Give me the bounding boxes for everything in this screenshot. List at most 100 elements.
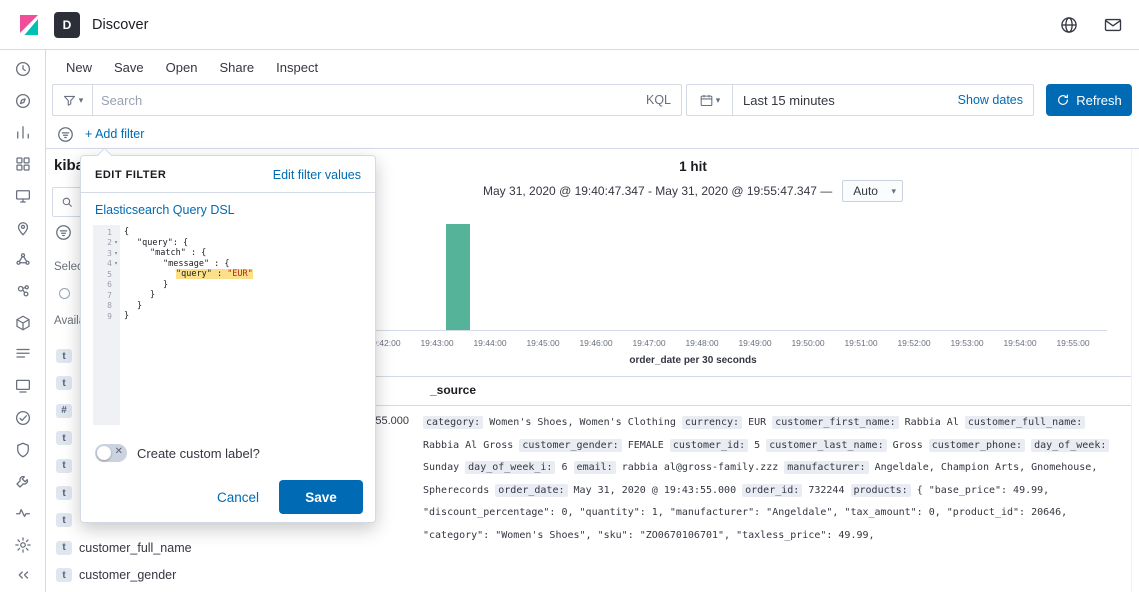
kibana-logo[interactable] [16, 12, 42, 38]
saved-query-button[interactable]: ▾ [53, 85, 93, 115]
kql-label[interactable]: KQL [636, 93, 681, 107]
calendar-button[interactable]: ▾ [687, 85, 733, 115]
logs-icon[interactable] [14, 345, 32, 363]
custom-label-toggle[interactable]: ✕ [95, 444, 127, 462]
field-item[interactable]: t [56, 345, 79, 367]
edit-filter-values-link[interactable]: Edit filter values [273, 168, 361, 182]
line-number: 7 [107, 290, 112, 300]
field-type-badge: t [56, 540, 72, 555]
doc-field-key: order_id: [742, 483, 803, 497]
field-type-badge: t [56, 431, 72, 446]
help-globe-icon[interactable] [1059, 15, 1079, 35]
doc-field-key: order_date: [495, 483, 568, 497]
save-button[interactable]: Save [279, 480, 363, 514]
field-item[interactable]: t [56, 455, 79, 477]
doc-field-key: email: [573, 461, 616, 474]
refresh-label: Refresh [1076, 92, 1122, 108]
nav-rail [0, 50, 46, 592]
newsfeed-mail-icon[interactable] [1103, 15, 1123, 35]
siem-icon[interactable] [14, 441, 32, 459]
add-filter-link[interactable]: + Add filter [85, 127, 144, 141]
x-axis-title: order_date per 30 seconds [629, 355, 757, 366]
apm-icon[interactable] [14, 377, 32, 395]
doc-field-value: May 31, 2020 @ 19:43:55.000 [573, 484, 737, 496]
source-column-header[interactable]: _source [430, 383, 476, 397]
x-tick: 19:53:00 [950, 338, 984, 348]
fold-caret-icon[interactable]: ▾ [112, 250, 120, 257]
x-tick: 19:46:00 [579, 338, 613, 348]
edit-filter-dialog: EDIT FILTER Edit filter values Elasticse… [80, 147, 376, 523]
collapse-nav-icon[interactable] [14, 566, 32, 584]
visualize-icon[interactable] [14, 123, 32, 141]
doc-field-value: Rabbia Al Gross [423, 439, 514, 451]
menu-share[interactable]: Share [209, 60, 264, 75]
query-string-value: "EUR" [227, 269, 253, 279]
doc-field-value: rabbia al@gross-family.zzz [621, 462, 779, 473]
menu-save[interactable]: Save [104, 60, 154, 75]
filter-bar: + Add filter [46, 120, 1139, 148]
field-item[interactable]: t [56, 509, 79, 531]
maps-icon[interactable] [14, 219, 32, 237]
x-tick: 19:44:00 [473, 338, 507, 348]
x-tick: 19:54:00 [1003, 338, 1037, 348]
doc-field-value: 5 [754, 439, 761, 451]
refresh-button[interactable]: Refresh [1046, 84, 1132, 116]
nav-rail-items [14, 60, 32, 554]
line-number: 8 [107, 301, 112, 311]
code-line: { [124, 227, 130, 237]
doc-source-cell[interactable]: category: Women's Shoes, Women's Clothin… [423, 412, 1115, 547]
doc-field-value: FEMALE [627, 439, 664, 451]
date-picker: ▾ Last 15 minutes Show dates [686, 84, 1034, 116]
field-item[interactable]: t [56, 372, 79, 394]
doc-field-value: Women's Shoes, Women's Clothing [489, 417, 676, 428]
query-dsl-link[interactable]: Elasticsearch Query DSL [95, 203, 235, 217]
dashboard-icon[interactable] [14, 155, 32, 173]
fold-caret-icon[interactable]: ▾ [112, 239, 120, 246]
x-tick: 19:48:00 [685, 338, 719, 348]
editor-code[interactable]: {"query": {"match" : {"message" : {"quer… [120, 225, 365, 425]
management-icon[interactable] [14, 536, 32, 554]
doc-field-key: products: [850, 483, 911, 497]
field-item-customer_gender[interactable]: t customer_gender [56, 564, 176, 586]
custom-label-text: Create custom label? [137, 445, 260, 461]
discover-icon[interactable] [14, 92, 32, 110]
machine-learning-icon[interactable] [14, 250, 32, 268]
field-type-badge: t [56, 458, 72, 473]
doc-field-value: 6 [561, 462, 568, 473]
menu-inspect[interactable]: Inspect [266, 60, 328, 75]
doc-field-key: category: [423, 416, 484, 429]
recent-icon[interactable] [14, 60, 32, 78]
menu-new[interactable]: New [56, 60, 102, 75]
field-item[interactable]: t [56, 482, 79, 504]
field-item[interactable]: t [56, 427, 79, 449]
field-item[interactable]: # [56, 400, 79, 422]
editor-gutter: 1 2 ▾ 3 ▾ 4 ▾ 5 6 7 8 9 [93, 225, 120, 425]
histogram-bar[interactable] [446, 224, 470, 330]
space-avatar[interactable]: D [54, 11, 80, 38]
dev-tools-icon[interactable] [14, 472, 32, 490]
search-input[interactable] [93, 92, 636, 108]
fold-caret-icon[interactable]: ▾ [112, 260, 120, 267]
line-number: 2 ▾ [93, 238, 120, 249]
field-label: customer_full_name [79, 540, 192, 555]
metrics-icon[interactable] [14, 314, 32, 332]
monitoring-icon[interactable] [14, 504, 32, 522]
show-dates-link[interactable]: Show dates [958, 93, 1033, 107]
field-item-customer_full_name[interactable]: t customer_full_name [56, 537, 192, 559]
uptime-icon[interactable] [14, 409, 32, 427]
code-line: "match" : { [150, 248, 207, 258]
field-type-badge: t [56, 349, 72, 363]
interval-select[interactable]: Auto ▾ [842, 180, 903, 202]
menu-open[interactable]: Open [156, 60, 208, 75]
canvas-icon[interactable] [14, 187, 32, 205]
filter-options-icon[interactable] [56, 125, 75, 144]
chevron-down-icon: ▾ [891, 186, 896, 196]
time-range-value[interactable]: Last 15 minutes [733, 93, 845, 108]
line-number: 1 [107, 227, 112, 237]
query-dsl-editor[interactable]: 1 2 ▾ 3 ▾ 4 ▾ 5 6 7 8 9 {"query": {"match" : {… [93, 225, 365, 425]
graph-icon[interactable] [14, 282, 32, 300]
cancel-button[interactable]: Cancel [217, 490, 259, 505]
code-line: } [137, 300, 143, 311]
doc-field-key: day_of_week_i: [465, 461, 556, 474]
doc-field-key: customer_last_name: [766, 438, 887, 452]
